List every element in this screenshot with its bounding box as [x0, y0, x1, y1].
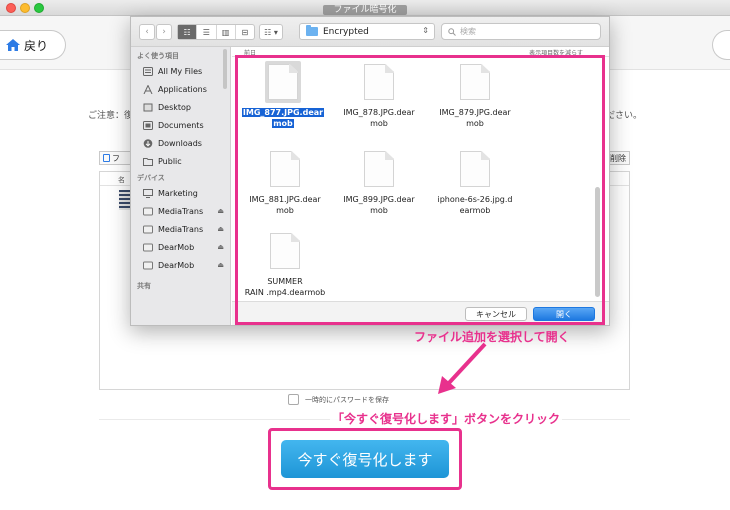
devices-header: デバイス — [137, 174, 165, 182]
sidebar-item-label: MediaTrans — [158, 224, 204, 234]
sidebar-item-public[interactable]: Public — [131, 152, 230, 170]
folder-icon — [143, 157, 153, 166]
drive-icon — [143, 243, 153, 251]
all-files-icon — [143, 66, 153, 76]
sidebar-item-label: MediaTrans — [158, 206, 204, 216]
sidebar-item-downloads[interactable]: Downloads — [131, 134, 230, 152]
eject-icon[interactable]: ⏏ — [217, 243, 224, 251]
decrypt-hint: 「今すぐ復号化します」ボタンをクリック — [330, 409, 563, 428]
forward-nav-button[interactable]: › — [156, 24, 172, 40]
dialog-sidebar: よく使う項目 All My Files Applications Desktop… — [131, 47, 231, 325]
search-icon — [448, 27, 456, 36]
desktop-icon — [143, 103, 153, 111]
decrypt-now-label: 今すぐ復号化します — [297, 450, 433, 469]
sidebar-item-label: DearMob — [158, 260, 195, 270]
drive-icon — [143, 261, 153, 269]
back-nav-button[interactable]: ‹ — [139, 24, 155, 40]
chevron-right-icon: › — [162, 27, 166, 37]
icon-view-button[interactable]: ☷ — [178, 25, 198, 39]
add-file-icon — [103, 154, 110, 162]
add-file-label: フ — [112, 153, 120, 163]
sidebar-item-label: DearMob — [158, 242, 195, 252]
location-select[interactable]: Encrypted ⇕ — [299, 23, 435, 40]
sidebar-item-label: Desktop — [158, 102, 191, 112]
sidebar-item-label: Downloads — [158, 138, 202, 148]
column-view-button[interactable]: ▥ — [217, 25, 236, 39]
arrange-button[interactable]: ☷ ▾ — [259, 24, 283, 40]
eject-icon[interactable]: ⏏ — [217, 261, 224, 269]
sidebar-item-dearmob-2[interactable]: DearMob ⏏ — [131, 256, 230, 274]
drive-icon — [143, 207, 153, 215]
sidebar-item-label: Applications — [158, 84, 207, 94]
sidebar-item-label: Documents — [158, 120, 204, 130]
save-password-row: 一時的にパスワードを保存 — [288, 394, 389, 405]
sidebar-item-mediatrans-2[interactable]: MediaTrans ⏏ — [131, 220, 230, 238]
chevron-left-icon: ‹ — [145, 27, 149, 37]
back-button-label: 戻り — [24, 38, 49, 53]
save-password-checkbox[interactable] — [288, 394, 299, 405]
sidebar-item-dearmob-1[interactable]: DearMob ⏏ — [131, 238, 230, 256]
sidebar-item-documents[interactable]: Documents — [131, 116, 230, 134]
notice-text: ご注意：復 — [88, 111, 134, 121]
sidebar-item-label: Public — [158, 156, 182, 166]
sidebar-item-mediatrans-1[interactable]: MediaTrans ⏏ — [131, 202, 230, 220]
annotation-arrow-icon — [438, 342, 487, 394]
drive-icon — [143, 225, 153, 233]
sidebar-item-desktop[interactable]: Desktop — [131, 98, 230, 116]
downloads-icon — [143, 138, 153, 148]
sidebar-item-marketing[interactable]: Marketing — [131, 184, 230, 202]
notice-text-end: ださい。 — [606, 111, 643, 121]
location-label: Encrypted — [323, 26, 369, 37]
chevron-updown-icon: ⇕ — [422, 26, 429, 35]
delete-label: 削除 — [610, 153, 626, 163]
eject-icon[interactable]: ⏏ — [217, 207, 224, 215]
annotation-highlight-box — [235, 55, 605, 325]
dialog-toolbar: ‹ › ☷ ☰ ▥ ⊟ ☷ ▾ Encrypted ⇕ 検索 — [131, 17, 609, 47]
sidebar-item-label: All My Files — [158, 66, 203, 76]
back-button[interactable]: 戻り — [0, 30, 66, 60]
computer-icon — [143, 188, 153, 198]
home-icon — [6, 39, 20, 51]
applications-icon — [143, 84, 153, 94]
title-bar: ファイル暗号化 — [0, 0, 730, 16]
search-input[interactable]: 検索 — [441, 23, 601, 40]
shared-header: 共有 — [137, 282, 151, 290]
eject-icon[interactable]: ⏏ — [217, 225, 224, 233]
favorites-header: よく使う項目 — [137, 52, 179, 60]
decrypt-now-button[interactable]: 今すぐ復号化します — [281, 440, 449, 478]
add-file-button[interactable]: フ — [99, 151, 131, 165]
documents-icon — [143, 120, 153, 130]
decrypt-button-highlight: 今すぐ復号化します — [268, 428, 462, 490]
sidebar-item-all-my-files[interactable]: All My Files — [131, 62, 230, 80]
window-title: ファイル暗号化 — [323, 5, 407, 15]
coverflow-view-button[interactable]: ⊟ — [236, 25, 254, 39]
sidebar-item-applications[interactable]: Applications — [131, 80, 230, 98]
sidebar-item-label: Marketing — [158, 188, 198, 198]
list-view-button[interactable]: ☰ — [197, 25, 217, 39]
folder-icon — [306, 25, 318, 36]
save-password-label: 一時的にパスワードを保存 — [305, 395, 389, 404]
view-mode-control: ☷ ☰ ▥ ⊟ — [177, 24, 255, 40]
search-placeholder: 検索 — [460, 27, 476, 36]
